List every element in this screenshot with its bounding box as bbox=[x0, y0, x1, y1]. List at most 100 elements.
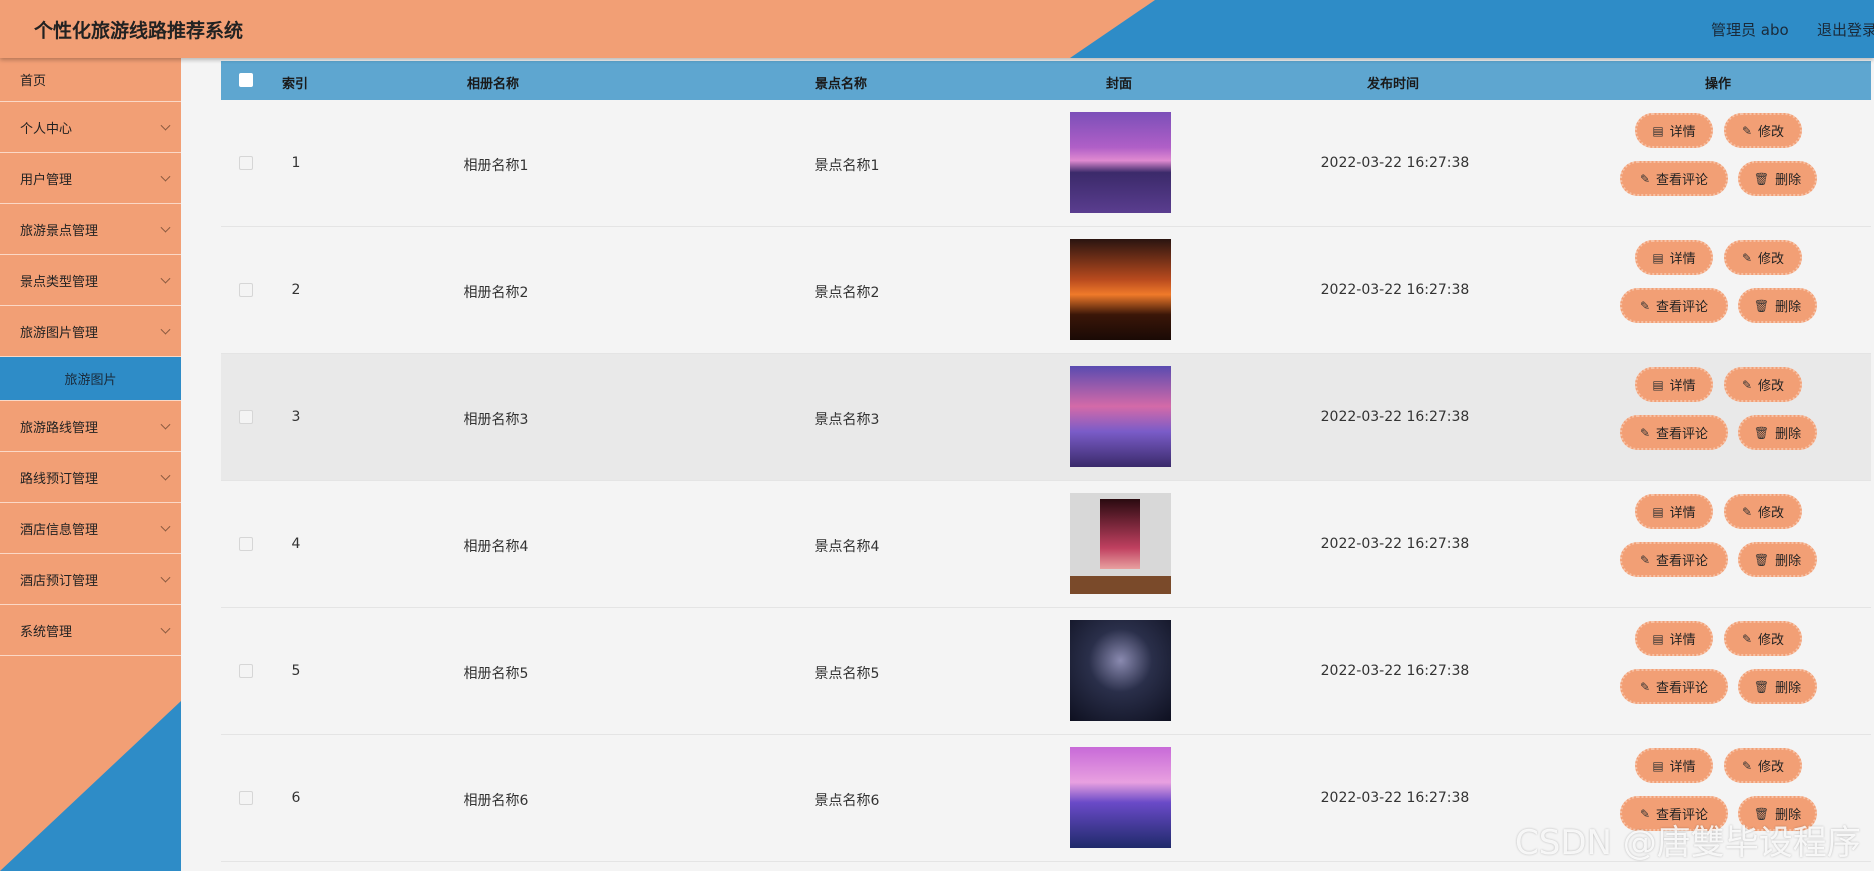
chevron-down-icon bbox=[160, 419, 171, 430]
edit-button[interactable]: ✎ 修改 bbox=[1724, 113, 1802, 148]
sidebar-item-label: 用户管理 bbox=[20, 172, 73, 188]
pencil-icon: ✎ bbox=[1639, 171, 1651, 186]
sidebar-item-routes[interactable]: 旅游路线管理 bbox=[0, 401, 181, 452]
detail-button-label: 详情 bbox=[1669, 379, 1696, 394]
cell-album-name: 相册名称6 bbox=[463, 793, 529, 809]
sidebar-item-system[interactable]: 系统管理 bbox=[0, 605, 181, 656]
logout-link[interactable]: 退出登录 bbox=[1817, 19, 1874, 40]
sidebar-subitem-travel-pictures[interactable]: 旅游图片 bbox=[0, 357, 181, 401]
view-comments-button[interactable]: ✎ 查看评论 bbox=[1620, 161, 1728, 196]
view-comments-button[interactable]: ✎ 查看评论 bbox=[1620, 669, 1728, 704]
chevron-down-icon bbox=[160, 521, 171, 532]
sidebar-item-users[interactable]: 用户管理 bbox=[0, 153, 181, 204]
chevron-down-icon bbox=[160, 120, 171, 131]
pencil-icon: ✎ bbox=[1639, 425, 1651, 440]
table-row: 3 相册名称3 景点名称3 2022-03-22 16:27:38 ▤ 详情 ✎ 修改 ✎ 查看评… bbox=[221, 354, 1871, 481]
trash-icon: 🗑 bbox=[1753, 298, 1770, 313]
cell-album-name: 相册名称2 bbox=[463, 285, 529, 301]
sidebar-item-route-bookings[interactable]: 路线预订管理 bbox=[0, 452, 181, 503]
row-checkbox[interactable] bbox=[239, 791, 253, 805]
document-icon: ▤ bbox=[1652, 504, 1664, 519]
detail-button[interactable]: ▤ 详情 bbox=[1635, 621, 1713, 656]
detail-button[interactable]: ▤ 详情 bbox=[1635, 367, 1713, 402]
sidebar-item-hotel-bookings[interactable]: 酒店预订管理 bbox=[0, 554, 181, 605]
cover-thumbnail bbox=[1070, 239, 1171, 340]
sidebar-item-label: 个人中心 bbox=[20, 121, 73, 137]
edit-button[interactable]: ✎ 修改 bbox=[1724, 494, 1802, 529]
sidebar-item-attractions[interactable]: 旅游景点管理 bbox=[0, 204, 181, 255]
edit-button[interactable]: ✎ 修改 bbox=[1724, 240, 1802, 275]
row-checkbox[interactable] bbox=[239, 410, 253, 424]
document-icon: ▤ bbox=[1652, 377, 1664, 392]
view-comments-button-label: 查看评论 bbox=[1656, 681, 1709, 696]
edit-button-label: 修改 bbox=[1758, 379, 1785, 394]
select-all-checkbox[interactable] bbox=[239, 73, 253, 87]
cell-spot-name: 景点名称6 bbox=[814, 793, 880, 809]
edit-button[interactable]: ✎ 修改 bbox=[1724, 621, 1802, 656]
cell-publish-time: 2022-03-22 16:27:38 bbox=[1320, 536, 1470, 552]
pencil-icon: ✎ bbox=[1639, 298, 1651, 313]
sidebar-item-label: 酒店信息管理 bbox=[20, 522, 99, 538]
trash-icon: 🗑 bbox=[1753, 425, 1770, 440]
pencil-icon: ✎ bbox=[1741, 758, 1753, 773]
header-index: 索引 bbox=[282, 77, 309, 92]
chevron-down-icon bbox=[160, 572, 171, 583]
view-comments-button[interactable]: ✎ 查看评论 bbox=[1620, 415, 1728, 450]
cell-spot-name: 景点名称3 bbox=[814, 412, 880, 428]
view-comments-button[interactable]: ✎ 查看评论 bbox=[1620, 288, 1728, 323]
cell-publish-time: 2022-03-22 16:27:38 bbox=[1320, 790, 1470, 806]
edit-button[interactable]: ✎ 修改 bbox=[1724, 367, 1802, 402]
cell-index: 4 bbox=[291, 536, 301, 552]
document-icon: ▤ bbox=[1652, 631, 1664, 646]
sidebar-item-label: 首页 bbox=[20, 74, 47, 89]
chevron-down-icon bbox=[160, 623, 171, 634]
pencil-icon: ✎ bbox=[1741, 504, 1753, 519]
row-checkbox[interactable] bbox=[239, 537, 253, 551]
cell-spot-name: 景点名称1 bbox=[814, 158, 880, 174]
detail-button[interactable]: ▤ 详情 bbox=[1635, 748, 1713, 783]
detail-button[interactable]: ▤ 详情 bbox=[1635, 240, 1713, 275]
chevron-down-icon bbox=[160, 171, 171, 182]
document-icon: ▤ bbox=[1652, 758, 1664, 773]
sidebar-item-home[interactable]: 首页 bbox=[0, 58, 181, 102]
row-checkbox[interactable] bbox=[239, 156, 253, 170]
detail-button-label: 详情 bbox=[1669, 760, 1696, 775]
view-comments-button-label: 查看评论 bbox=[1656, 300, 1709, 315]
header-publish-time: 发布时间 bbox=[1367, 77, 1420, 92]
sidebar-item-label: 旅游图片管理 bbox=[20, 325, 99, 341]
edit-button-label: 修改 bbox=[1758, 125, 1785, 140]
chevron-down-icon bbox=[160, 470, 171, 481]
detail-button[interactable]: ▤ 详情 bbox=[1635, 494, 1713, 529]
cell-publish-time: 2022-03-22 16:27:38 bbox=[1320, 155, 1470, 171]
sidebar: 首页 个人中心 用户管理 旅游景点管理 景点类型管理 旅游图片管理 旅游图片 旅… bbox=[0, 58, 181, 871]
header-cover: 封面 bbox=[1106, 77, 1133, 92]
row-checkbox[interactable] bbox=[239, 283, 253, 297]
document-icon: ▤ bbox=[1652, 123, 1664, 138]
delete-button[interactable]: 🗑 删除 bbox=[1738, 415, 1817, 450]
cell-album-name: 相册名称3 bbox=[463, 412, 529, 428]
cell-index: 1 bbox=[291, 155, 301, 171]
detail-button[interactable]: ▤ 详情 bbox=[1635, 113, 1713, 148]
view-comments-button[interactable]: ✎ 查看评论 bbox=[1620, 542, 1728, 577]
sidebar-item-hotels[interactable]: 酒店信息管理 bbox=[0, 503, 181, 554]
cell-spot-name: 景点名称4 bbox=[814, 539, 880, 555]
pencil-icon: ✎ bbox=[1741, 631, 1753, 646]
sidebar-item-profile[interactable]: 个人中心 bbox=[0, 102, 181, 153]
row-checkbox[interactable] bbox=[239, 664, 253, 678]
pencil-icon: ✎ bbox=[1741, 250, 1753, 265]
delete-button[interactable]: 🗑 删除 bbox=[1738, 669, 1817, 704]
table-row: 2 相册名称2 景点名称2 2022-03-22 16:27:38 ▤ 详情 ✎ 修改 ✎ 查看评… bbox=[221, 227, 1871, 354]
sidebar-item-travel-pictures[interactable]: 旅游图片管理 bbox=[0, 306, 181, 357]
watermark: CSDN @唐雙毕设程序 bbox=[1515, 823, 1861, 863]
delete-button[interactable]: 🗑 删除 bbox=[1738, 542, 1817, 577]
sidebar-item-attraction-types[interactable]: 景点类型管理 bbox=[0, 255, 181, 306]
table-row: 1 相册名称1 景点名称1 2022-03-22 16:27:38 ▤ 详情 ✎ 修改 ✎ 查看评… bbox=[221, 100, 1871, 227]
chevron-down-icon bbox=[160, 273, 171, 284]
pencil-icon: ✎ bbox=[1741, 123, 1753, 138]
delete-button[interactable]: 🗑 删除 bbox=[1738, 161, 1817, 196]
trash-icon: 🗑 bbox=[1753, 679, 1770, 694]
edit-button[interactable]: ✎ 修改 bbox=[1724, 748, 1802, 783]
current-user-label: 管理员 abo bbox=[1711, 21, 1789, 39]
header-spot-name: 景点名称 bbox=[815, 77, 868, 92]
delete-button[interactable]: 🗑 删除 bbox=[1738, 288, 1817, 323]
